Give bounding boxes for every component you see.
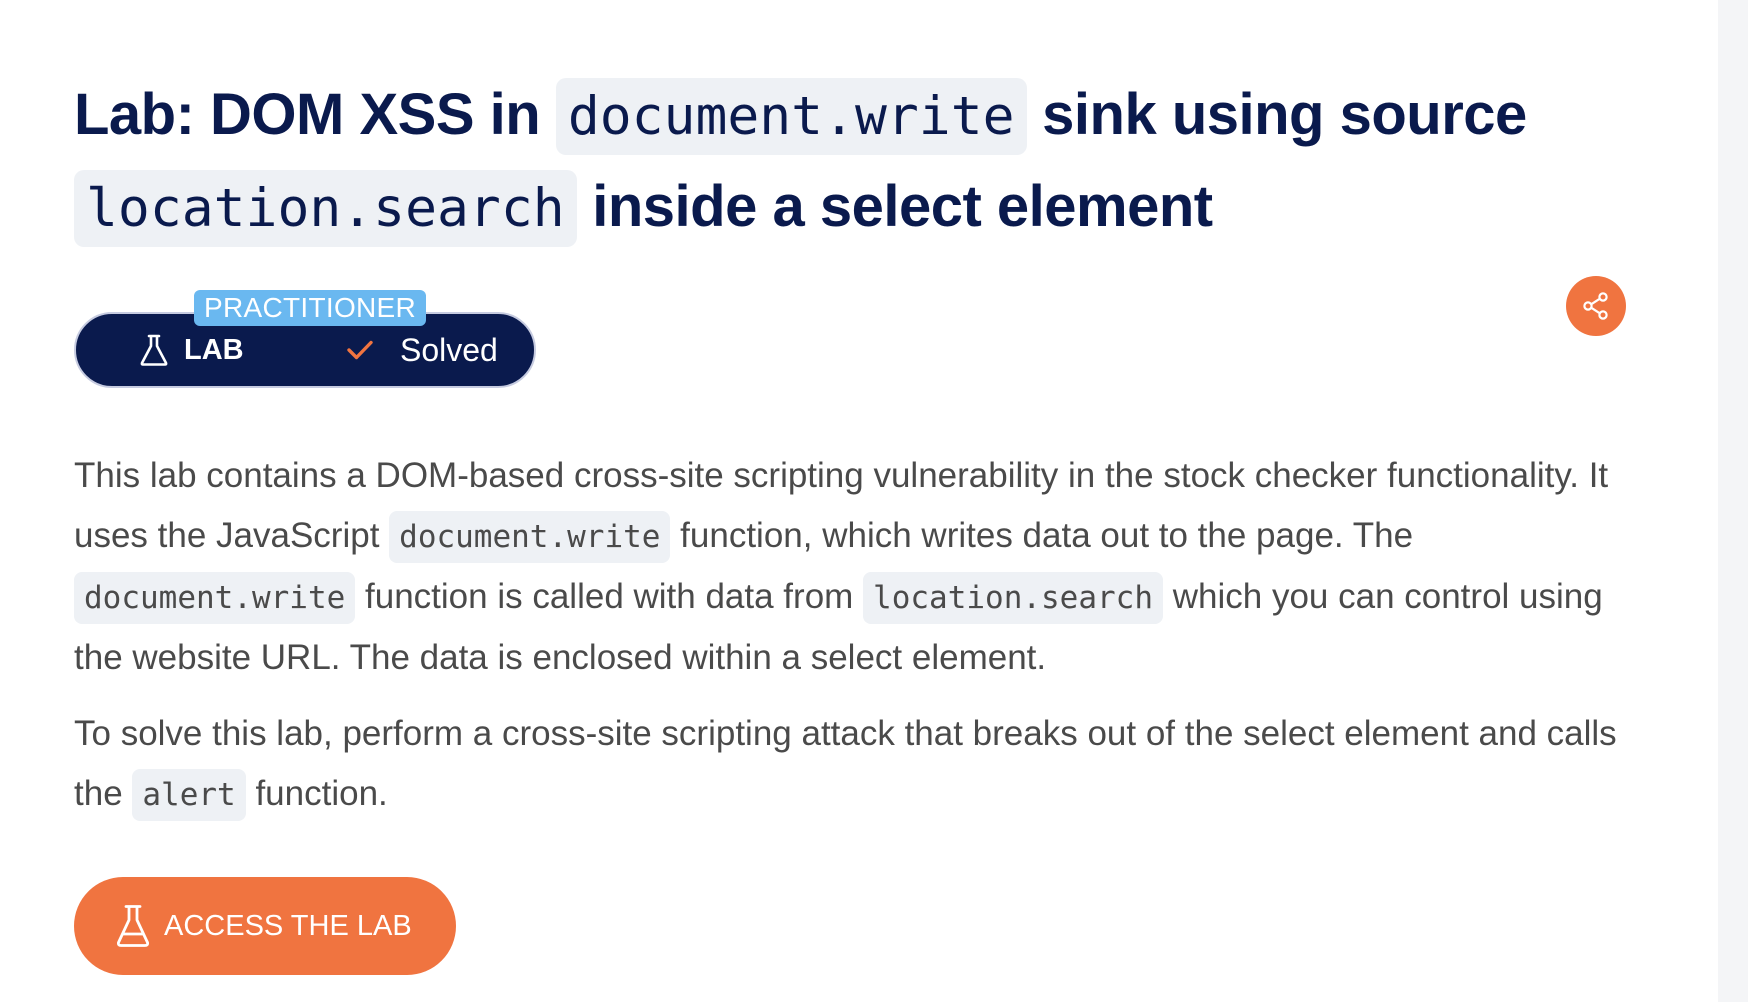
inline-code-alert: alert — [132, 769, 246, 821]
share-icon — [1583, 292, 1608, 320]
inline-code-document-write: document.write — [389, 511, 671, 563]
inline-code-location-search: location.search — [863, 572, 1164, 624]
solved-text: Solved — [400, 331, 498, 368]
share-button[interactable] — [1566, 276, 1626, 336]
access-button-label: ACCESS THE LAB — [164, 909, 412, 942]
title-code-location-search: location.search — [74, 170, 577, 247]
title-suffix: inside a select element — [576, 174, 1213, 239]
lab-status-badge: PRACTITIONER LAB Solved — [74, 290, 536, 388]
title-code-document-write: document.write — [555, 78, 1027, 155]
access-the-lab-button[interactable]: ACCESS THE LAB — [74, 877, 456, 975]
flask-icon — [140, 334, 168, 366]
solved-status: Solved — [346, 314, 498, 386]
lab-description-paragraph-1: This lab contains a DOM-based cross-site… — [74, 446, 1634, 688]
desc-text: function. — [245, 774, 388, 813]
check-icon — [347, 340, 373, 360]
lab-description-paragraph-2: To solve this lab, perform a cross-site … — [74, 704, 1634, 825]
lab-page: Lab: DOM XSS in document.write sink usin… — [0, 0, 1748, 1002]
lab-type-label: LAB — [140, 314, 244, 386]
lab-type-text: LAB — [184, 333, 244, 366]
title-middle: sink using source — [1026, 82, 1527, 147]
scrollbar-track[interactable] — [1718, 0, 1748, 1002]
desc-text: function, which writes data out to the p… — [670, 516, 1414, 555]
inline-code-document-write: document.write — [74, 572, 356, 624]
page-title: Lab: DOM XSS in document.write sink usin… — [74, 70, 1634, 254]
lab-content: Lab: DOM XSS in document.write sink usin… — [74, 70, 1634, 975]
lab-badge-row: PRACTITIONER LAB Solved — [74, 276, 1634, 392]
flask-icon — [116, 905, 150, 947]
title-prefix: Lab: DOM XSS in — [74, 82, 556, 147]
desc-text: function is called with data from — [355, 577, 864, 616]
